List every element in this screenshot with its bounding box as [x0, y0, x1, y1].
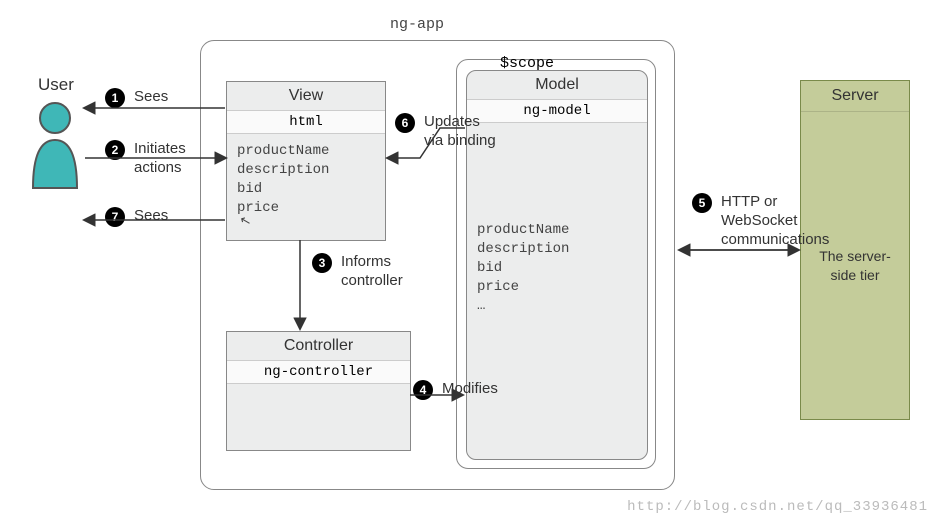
ngapp-container: View html productName description bid pr…: [200, 40, 675, 490]
view-title: View: [227, 82, 385, 110]
user-icon: [30, 100, 80, 190]
step-5-badge: 5: [692, 193, 712, 213]
user-label: User: [38, 75, 74, 95]
controller-title: Controller: [227, 332, 410, 360]
model-fields: productName description bid price …: [467, 213, 647, 323]
step-4-badge: 4: [413, 380, 433, 400]
step-7-text: Sees: [134, 207, 168, 226]
step-4: 4 Modifies: [413, 380, 498, 400]
watermark: http://blog.csdn.net/qq_33936481: [627, 499, 928, 515]
step-3: 3 Informs controller: [312, 253, 403, 291]
controller-subtitle: ng-controller: [227, 360, 410, 384]
model-title: Model: [467, 71, 647, 99]
step-6-text: Updates via binding: [424, 113, 496, 151]
controller-box: Controller ng-controller: [226, 331, 411, 451]
step-4-text: Modifies: [442, 380, 498, 399]
scope-label: $scope: [500, 55, 554, 72]
step-3-badge: 3: [312, 253, 332, 273]
step-5-text: HTTP or WebSocket communications: [721, 193, 829, 249]
server-box: Server The server-side tier: [800, 80, 910, 420]
step-7: 7 Sees: [105, 207, 168, 227]
step-1: 1 Sees: [105, 88, 168, 108]
step-2-text: Initiates actions: [134, 140, 186, 178]
server-body: The server-side tier: [801, 112, 909, 419]
step-6: 6 Updates via binding: [395, 113, 496, 151]
step-1-text: Sees: [134, 88, 168, 107]
step-5: 5 HTTP or WebSocket communications: [692, 193, 829, 249]
step-3-text: Informs controller: [341, 253, 403, 291]
step-6-badge: 6: [395, 113, 415, 133]
ngapp-label: ng-app: [390, 16, 444, 33]
view-fields: productName description bid price: [227, 134, 385, 226]
step-1-badge: 1: [105, 88, 125, 108]
step-2: 2 Initiates actions: [105, 140, 186, 178]
view-subtitle: html: [227, 110, 385, 134]
step-7-badge: 7: [105, 207, 125, 227]
server-title: Server: [801, 81, 909, 112]
step-2-badge: 2: [105, 140, 125, 160]
